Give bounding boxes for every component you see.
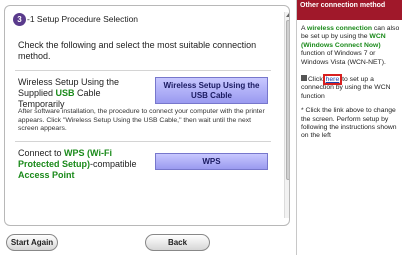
usb-label-line2b: Cable: [74, 88, 101, 98]
wps-option-section: Connect to WPS (Wi-Fi Protected Setup)-c…: [15, 141, 271, 199]
scroll-up-arrow-icon[interactable]: [286, 13, 289, 17]
side-panel-intro: A wireless connection can also be set up…: [301, 25, 400, 67]
wps-label-prefix: Connect to: [18, 148, 65, 158]
wireless-setup-usb-button[interactable]: Wireless Setup Using the USB Cable: [155, 77, 268, 104]
scroll-thumb[interactable]: [286, 20, 289, 180]
usb-label-line1: Wireless Setup Using the: [18, 77, 120, 87]
wps-label-mid: -compatible: [90, 159, 137, 169]
side-panel-header: Other connection method: [297, 0, 402, 20]
step-number-badge: 3: [13, 12, 26, 26]
start-again-button[interactable]: Start Again: [6, 234, 58, 251]
vertical-scrollbar[interactable]: [284, 12, 289, 218]
bullet-square-icon: [301, 75, 307, 82]
wps-button[interactable]: WPS: [155, 153, 268, 170]
side-link-paragraph: Click here to set up a connection by usi…: [301, 74, 400, 101]
side-panel-note: * Click the link above to change the scr…: [301, 107, 397, 140]
wps-label-access-point: Access Point: [18, 170, 75, 180]
usb-option-label: Wireless Setup Using the Supplied USB Ca…: [18, 77, 138, 110]
wps-option-label: Connect to WPS (Wi-Fi Protected Setup)-c…: [18, 148, 148, 181]
usb-label-line2a: Supplied: [18, 88, 56, 98]
side-link-prefix: Click: [308, 76, 325, 84]
side-panel: Other connection method A wireless conne…: [296, 0, 402, 255]
side-panel-body: A wireless connection can also be set up…: [301, 25, 400, 141]
step-header: 3 -1 Setup Procedure Selection: [5, 6, 289, 32]
step-title: -1 Setup Procedure Selection: [27, 14, 139, 24]
instructions-text: Check the following and select the most …: [18, 40, 257, 61]
side-text-mid2: function of Windows 7 or Windows Vista (…: [301, 50, 386, 66]
usb-option-description: After software installation, the procedu…: [18, 108, 265, 132]
setup-panel: 3 -1 Setup Procedure Selection Check the…: [4, 5, 290, 226]
wcn-here-link[interactable]: here: [322, 74, 343, 86]
usb-option-section: Wireless Setup Using the Supplied USB Ca…: [15, 70, 271, 152]
back-button[interactable]: Back: [145, 234, 210, 251]
side-text-wireless-connection: wireless connection: [307, 25, 373, 32]
usb-label-usb: USB: [55, 88, 75, 98]
